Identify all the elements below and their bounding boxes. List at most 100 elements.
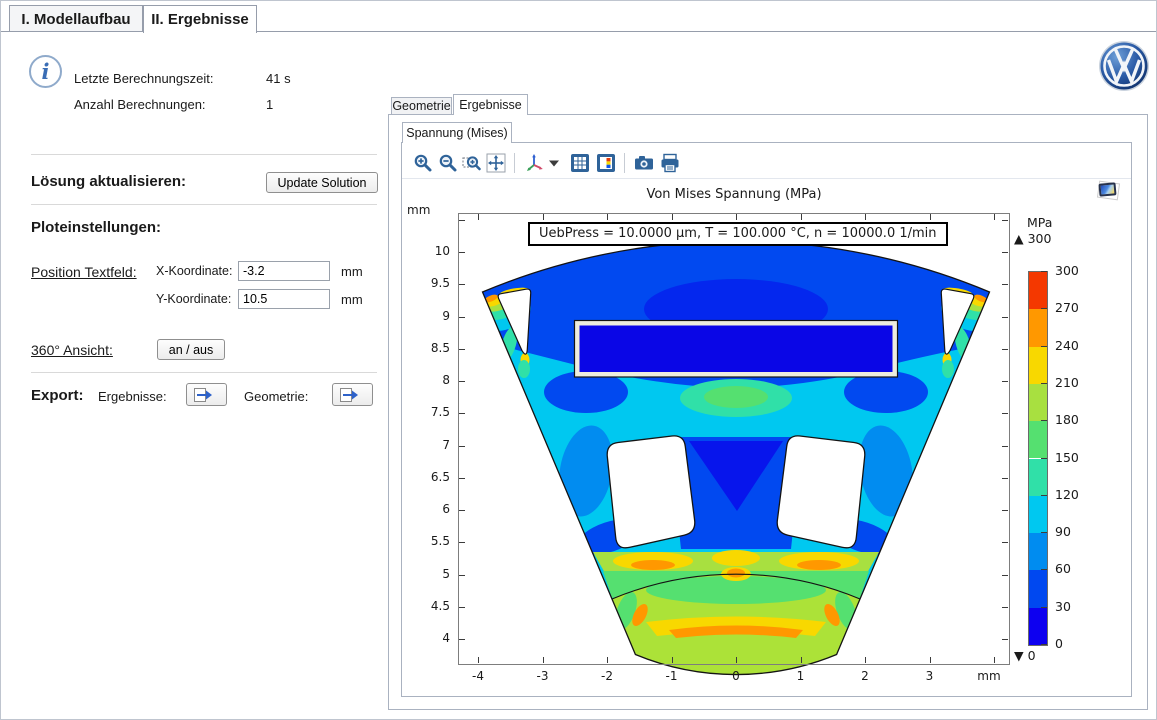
tick-mark <box>994 657 995 663</box>
solution-heading: Lösung aktualisieren: <box>31 173 186 190</box>
tick-label: 4.5 <box>406 599 450 613</box>
tab-ergebnisse-plot[interactable]: Ergebnisse <box>453 94 528 115</box>
plot-settings-heading: Ploteinstellungen: <box>31 219 161 236</box>
print-icon[interactable] <box>660 153 680 173</box>
tick-mark <box>865 214 866 220</box>
tick-label: 8.5 <box>406 341 450 355</box>
colorbar-min-marker: ▼ 0 <box>1014 648 1036 663</box>
info-icon: i <box>29 55 62 88</box>
tick-mark <box>1002 284 1008 285</box>
colorbar-tick <box>1041 495 1047 496</box>
y-axis-unit: mm <box>407 203 430 217</box>
x-coordinate-input[interactable] <box>238 261 330 281</box>
tick-mark <box>459 446 465 447</box>
zoom-in-icon[interactable] <box>413 153 433 173</box>
tick-mark <box>459 252 465 253</box>
tab-spannung-mises[interactable]: Spannung (Mises) <box>402 122 512 143</box>
tick-mark <box>994 214 995 220</box>
legend-toggle-icon[interactable] <box>596 153 616 173</box>
colorbar-tick-label: 60 <box>1055 561 1071 576</box>
export-geometry-label: Geometrie: <box>244 389 308 404</box>
calc-count-value: 1 <box>266 97 273 112</box>
tab-modellaufbau[interactable]: I. Modellaufbau <box>9 5 143 32</box>
colorbar-tick <box>1041 458 1047 459</box>
colorbar-band <box>1029 533 1047 570</box>
zoom-extents-icon[interactable] <box>486 153 506 173</box>
tick-mark <box>865 657 866 663</box>
toolbar-separator <box>514 153 515 173</box>
app-window: I. Modellaufbau II. Ergebnisse i Letzte … <box>0 0 1157 720</box>
grid-toggle-icon[interactable] <box>570 153 590 173</box>
y-coordinate-input[interactable] <box>238 289 330 309</box>
tick-label: -1 <box>652 669 692 683</box>
export-arrow-icon <box>193 387 213 403</box>
plot-title: Von Mises Spannung (MPa) <box>458 187 1010 202</box>
divider <box>31 154 377 155</box>
tick-label: 8 <box>406 373 450 387</box>
tick-mark <box>543 214 544 220</box>
plot-window-icon[interactable] <box>1097 181 1119 199</box>
view360-toggle-button[interactable]: an / aus <box>157 339 225 360</box>
tick-mark <box>459 542 465 543</box>
x-coordinate-label: X-Koordinate: <box>156 264 232 278</box>
tick-mark <box>1002 349 1008 350</box>
colorbar-band <box>1029 347 1047 384</box>
last-calc-time-label: Letzte Berechnungszeit: <box>74 71 213 86</box>
tick-label: 6 <box>406 502 450 516</box>
tick-mark <box>459 639 465 640</box>
export-geometry-button[interactable] <box>332 383 373 406</box>
plot-axes-frame <box>458 213 1010 665</box>
toolbar-divider <box>402 178 1131 179</box>
zoom-box-icon[interactable] <box>462 153 482 173</box>
tick-mark <box>930 657 931 663</box>
colorbar-tick <box>1041 308 1047 309</box>
colorbar <box>1028 271 1048 646</box>
divider <box>31 372 377 373</box>
colorbar-tick-label: 240 <box>1055 338 1079 353</box>
colorbar-tick <box>1041 569 1047 570</box>
colorbar-tick-label: 180 <box>1055 412 1079 427</box>
tick-mark <box>478 214 479 220</box>
zoom-out-icon[interactable] <box>438 153 458 173</box>
update-solution-button[interactable]: Update Solution <box>266 172 378 193</box>
view360-label: 360° Ansicht: <box>31 342 113 358</box>
colorbar-band <box>1029 496 1047 533</box>
tick-label: 9.5 <box>406 276 450 290</box>
tick-mark <box>1002 478 1008 479</box>
axis-orientation-icon[interactable] <box>525 153 545 173</box>
tick-mark <box>672 657 673 663</box>
tick-mark <box>459 284 465 285</box>
colorbar-band <box>1029 421 1047 458</box>
snapshot-camera-icon[interactable] <box>634 153 654 173</box>
tick-mark <box>543 657 544 663</box>
colorbar-unit: MPa <box>1027 215 1052 230</box>
colorbar-tick <box>1041 383 1047 384</box>
tick-mark <box>1002 220 1008 221</box>
tick-mark <box>459 220 465 221</box>
tick-label: 7 <box>406 438 450 452</box>
colorbar-band <box>1029 272 1047 309</box>
tick-mark <box>1002 510 1008 511</box>
tab-geometrie[interactable]: Geometrie <box>391 97 452 115</box>
colorbar-band <box>1029 384 1047 421</box>
tick-mark <box>459 478 465 479</box>
tick-mark <box>736 214 737 220</box>
tick-label: 5.5 <box>406 534 450 548</box>
colorbar-tick-label: 210 <box>1055 375 1079 390</box>
colorbar-tick-label: 30 <box>1055 599 1071 614</box>
tick-mark <box>459 381 465 382</box>
tick-label: 5 <box>406 567 450 581</box>
colorbar-max-marker: ▲ 300 <box>1014 231 1051 246</box>
colorbar-tick <box>1041 644 1047 645</box>
colorbar-tick <box>1041 532 1047 533</box>
colorbar-tick-label: 0 <box>1055 636 1063 651</box>
tab-ergebnisse[interactable]: II. Ergebnisse <box>143 5 257 33</box>
tick-mark <box>1002 317 1008 318</box>
export-results-button[interactable] <box>186 383 227 406</box>
position-textfield-label: Position Textfeld: <box>31 264 137 280</box>
dropdown-caret-icon[interactable] <box>548 157 560 177</box>
tick-mark <box>478 657 479 663</box>
colorbar-band <box>1029 608 1047 645</box>
colorbar-band <box>1029 459 1047 496</box>
colorbar-band <box>1029 570 1047 607</box>
